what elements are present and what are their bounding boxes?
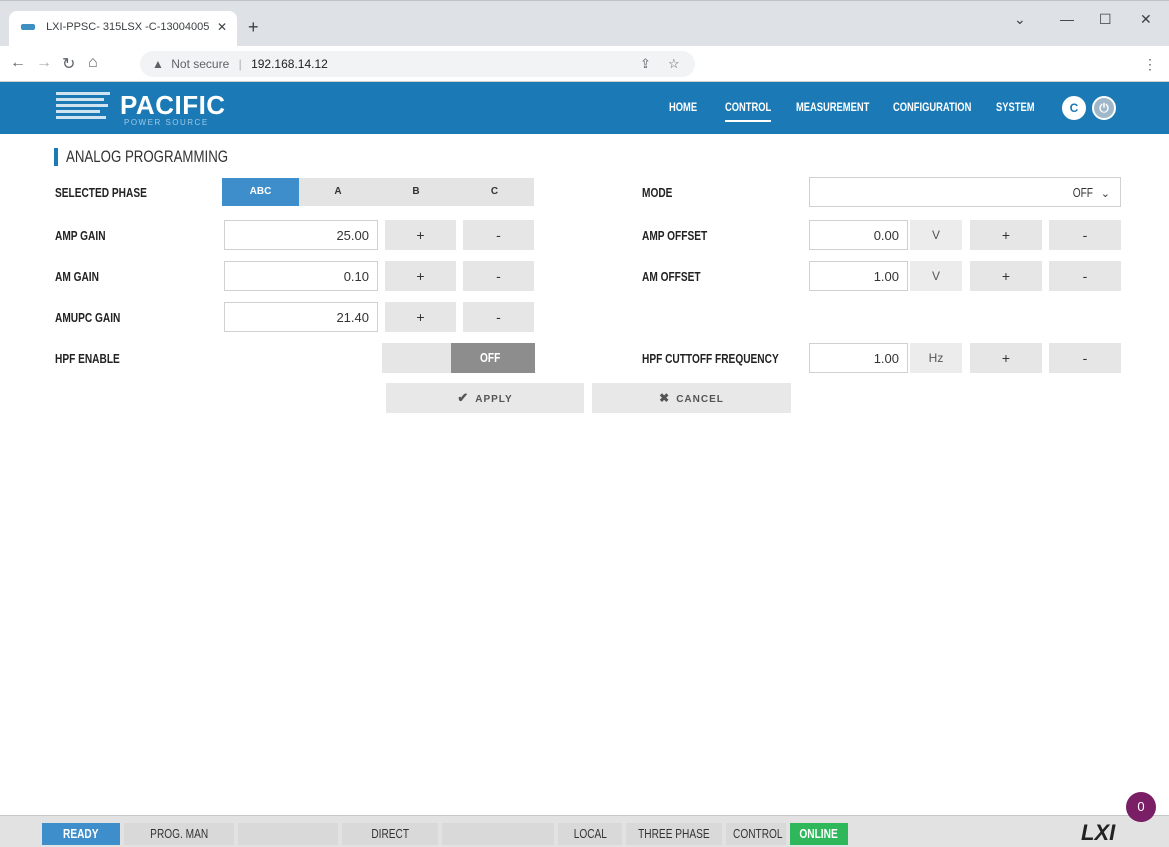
- nav-control[interactable]: CONTROL: [725, 100, 771, 122]
- amp-offset-minus-button[interactable]: -: [1049, 220, 1121, 250]
- nav-home[interactable]: HOME: [669, 100, 705, 114]
- x-icon: ✖: [659, 391, 671, 405]
- maximize-icon[interactable]: ☐: [1099, 11, 1112, 28]
- hpf-cutoff-minus-button[interactable]: -: [1049, 343, 1121, 373]
- status-online: ONLINE: [790, 823, 848, 845]
- status-local: LOCAL: [558, 823, 622, 845]
- amupc-gain-input[interactable]: 21.40: [224, 302, 378, 332]
- lxi-logo: LXI: [1081, 820, 1116, 845]
- power-icon[interactable]: ⏻: [1092, 96, 1116, 120]
- phase-abc-button[interactable]: ABC: [222, 178, 299, 206]
- browser-tab-bar: LXI-PPSC- 315LSX -C-13004005 ✕ + ⌄ — ☐ ✕: [0, 0, 1169, 47]
- status-empty-2: [442, 823, 554, 845]
- amp-gain-input[interactable]: 25.00: [224, 220, 378, 250]
- notification-badge[interactable]: 0: [1126, 792, 1156, 822]
- amp-offset-unit: V: [910, 220, 962, 250]
- am-gain-label: AM GAIN: [55, 269, 99, 284]
- nav-system[interactable]: SYSTEM: [996, 100, 1045, 114]
- page-title: ANALOG PROGRAMMING: [54, 148, 274, 166]
- logo-mark-icon: [56, 92, 110, 124]
- nav-configuration[interactable]: CONFIGURATION: [893, 100, 993, 114]
- mode-select[interactable]: OFF ⌄: [809, 177, 1121, 207]
- am-offset-minus-button[interactable]: -: [1049, 261, 1121, 291]
- logo-subtitle: POWER SOURCE: [124, 118, 209, 127]
- share-icon[interactable]: ⇪: [640, 56, 651, 72]
- amp-gain-minus-button[interactable]: -: [463, 220, 534, 250]
- favicon-icon: [21, 24, 35, 31]
- phase-b-button[interactable]: B: [377, 178, 455, 206]
- amp-offset-plus-button[interactable]: +: [970, 220, 1042, 250]
- hpf-cutoff-plus-button[interactable]: +: [970, 343, 1042, 373]
- amupc-gain-plus-button[interactable]: +: [385, 302, 456, 332]
- amp-offset-label: AMP OFFSET: [642, 228, 708, 243]
- status-control: CONTROL: [726, 823, 786, 845]
- nav-measurement[interactable]: MEASUREMENT: [796, 100, 890, 114]
- status-bar: READY PROG. MAN DIRECT LOCAL THREE PHASE…: [0, 815, 1169, 847]
- status-ready: READY: [42, 823, 120, 845]
- amupc-gain-minus-button[interactable]: -: [463, 302, 534, 332]
- am-offset-unit: V: [910, 261, 962, 291]
- checkmark-icon: ✔: [457, 390, 470, 405]
- status-direct: DIRECT: [342, 823, 438, 845]
- browser-menu-icon[interactable]: ⋮: [1143, 56, 1157, 73]
- bookmark-star-icon[interactable]: ☆: [668, 56, 680, 72]
- warning-icon: ▲: [152, 57, 164, 71]
- reload-icon[interactable]: ↻: [62, 54, 75, 74]
- phase-c-button[interactable]: C: [455, 178, 534, 206]
- url-input[interactable]: ▲ Not secure | 192.168.14.12 ⇪ ☆: [140, 51, 695, 77]
- url-text: 192.168.14.12: [251, 57, 328, 71]
- amp-offset-input[interactable]: 0.00: [809, 220, 908, 250]
- phase-a-button[interactable]: A: [299, 178, 377, 206]
- tab-close-icon[interactable]: ✕: [217, 20, 227, 34]
- forward-icon[interactable]: →: [36, 54, 52, 72]
- home-icon[interactable]: ⌂: [88, 54, 98, 72]
- status-phase: THREE PHASE: [626, 823, 722, 845]
- address-bar: ← → ↻ ⌂ ▲ Not secure | 192.168.14.12 ⇪ ☆…: [0, 46, 1169, 82]
- am-gain-minus-button[interactable]: -: [463, 261, 534, 291]
- apply-button[interactable]: ✔ APPLY: [386, 383, 584, 413]
- amp-gain-plus-button[interactable]: +: [385, 220, 456, 250]
- tab-title: LXI-PPSC- 315LSX -C-13004005: [46, 21, 210, 33]
- hpf-enable-label: HPF ENABLE: [55, 351, 120, 366]
- hpf-cutoff-input[interactable]: 1.00: [809, 343, 908, 373]
- am-gain-plus-button[interactable]: +: [385, 261, 456, 291]
- amupc-gain-label: AMUPC GAIN: [55, 310, 121, 325]
- minimize-icon[interactable]: —: [1060, 11, 1074, 27]
- am-offset-label: AM OFFSET: [642, 269, 701, 284]
- browser-tab[interactable]: LXI-PPSC- 315LSX -C-13004005 ✕: [9, 11, 237, 47]
- chevron-down-icon: ⌄: [1100, 188, 1110, 200]
- hpf-cutoff-unit: Hz: [910, 343, 962, 373]
- selected-phase-label: SELECTED PHASE: [55, 185, 147, 200]
- logo-text: PACIFIC: [120, 90, 226, 120]
- cancel-button[interactable]: ✖ CANCEL: [592, 383, 791, 413]
- refresh-icon[interactable]: C: [1062, 96, 1086, 120]
- status-prog: PROG. MAN: [124, 823, 234, 845]
- amp-gain-label: AMP GAIN: [55, 228, 106, 243]
- status-empty-1: [238, 823, 338, 845]
- tab-search-icon[interactable]: ⌄: [1014, 11, 1026, 28]
- am-offset-plus-button[interactable]: +: [970, 261, 1042, 291]
- new-tab-button[interactable]: +: [248, 17, 259, 38]
- hpf-enable-toggle[interactable]: OFF: [382, 343, 535, 373]
- hpf-cutoff-label: HPF CUTTOFF FREQUENCY: [642, 351, 779, 366]
- mode-label: MODE: [642, 185, 673, 200]
- back-icon[interactable]: ←: [10, 54, 26, 72]
- close-window-icon[interactable]: ✕: [1140, 11, 1152, 28]
- security-label: Not secure: [171, 57, 230, 71]
- am-offset-input[interactable]: 1.00: [809, 261, 908, 291]
- app-header: PACIFIC POWER SOURCE HOME CONTROL MEASUR…: [0, 82, 1169, 134]
- am-gain-input[interactable]: 0.10: [224, 261, 378, 291]
